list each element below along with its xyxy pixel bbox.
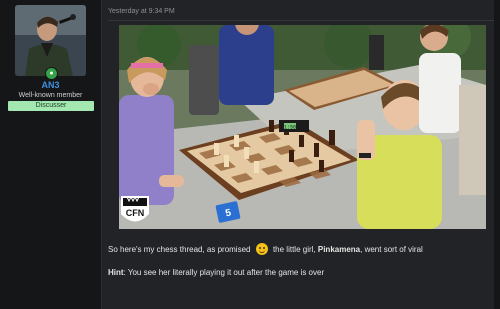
post-divider — [108, 20, 494, 21]
hint-text: : You see her literally playing it out a… — [123, 268, 325, 277]
user-banner: Discusser — [8, 101, 94, 111]
post-text-suffix: went sort of viral — [364, 245, 423, 255]
user-avatar[interactable] — [15, 5, 86, 76]
username[interactable]: AN3 — [0, 80, 101, 90]
chess-photo: 1:58 5 CFN — [119, 25, 486, 229]
user-panel: ● AN3 Well-known member Discusser — [0, 0, 102, 309]
post-text-name: Pinkamena — [317, 245, 361, 255]
hint-label: Hint — [108, 268, 124, 277]
avatar-image — [15, 5, 86, 76]
clock-display: 1:58 — [284, 125, 296, 131]
post-body: Yesterday at 9:34 PM 1:58 5 CFN So here'… — [102, 0, 494, 309]
user-title: Well-known member — [18, 92, 83, 99]
message-container: ● AN3 Well-known member Discusser Yester… — [0, 0, 500, 309]
post-text-middle: the little girl, — [272, 245, 316, 255]
post-text-intro: So here's my chess thread, as promised — [108, 245, 251, 255]
post-image[interactable]: 1:58 5 CFN — [119, 25, 486, 229]
online-status-icon: ● — [45, 67, 58, 80]
right-edge — [494, 0, 500, 309]
smiley-emoji-icon — [255, 243, 268, 255]
post-text-line2: Hint: You see her literally playing it o… — [108, 268, 324, 277]
post-date[interactable]: Yesterday at 9:34 PM — [108, 8, 175, 15]
cfn-logo: CFN — [126, 208, 145, 218]
post-text-line1: So here's my chess thread, as promised t… — [108, 243, 423, 256]
